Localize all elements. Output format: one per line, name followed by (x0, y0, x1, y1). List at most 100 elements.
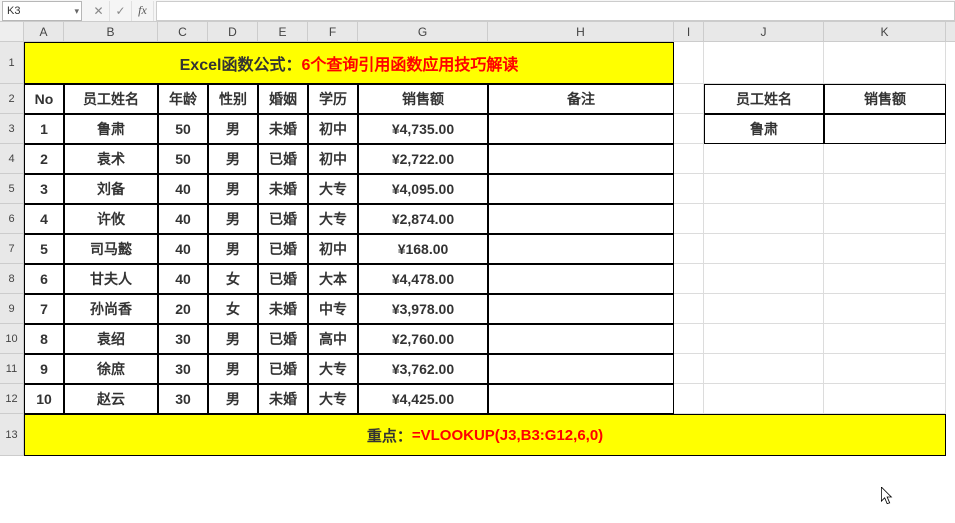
row-header-6[interactable]: 6 (0, 204, 24, 234)
cell-I2[interactable] (674, 84, 704, 114)
hdr-gender[interactable]: 性别 (208, 84, 258, 114)
cell-J9[interactable] (704, 294, 824, 324)
cell-marriage-10[interactable]: 已婚 (258, 324, 308, 354)
cell-edu-4[interactable]: 初中 (308, 144, 358, 174)
cell-edu-7[interactable]: 初中 (308, 234, 358, 264)
cell-name-3[interactable]: 鲁肃 (64, 114, 158, 144)
cell-K5[interactable] (824, 174, 946, 204)
cell-sales-11[interactable]: ¥3,762.00 (358, 354, 488, 384)
cell-I12[interactable] (674, 384, 704, 414)
cell-edu-9[interactable]: 中专 (308, 294, 358, 324)
cell-no-12[interactable]: 10 (24, 384, 64, 414)
col-header-I[interactable]: I (674, 22, 704, 41)
cell-sales-4[interactable]: ¥2,722.00 (358, 144, 488, 174)
row-header-13[interactable]: 13 (0, 414, 24, 456)
cell-sales-9[interactable]: ¥3,978.00 (358, 294, 488, 324)
confirm-icon[interactable]: ✓ (110, 1, 132, 21)
fx-icon[interactable]: fx (132, 1, 154, 21)
cell-gender-9[interactable]: 女 (208, 294, 258, 324)
row-header-5[interactable]: 5 (0, 174, 24, 204)
cell-gender-6[interactable]: 男 (208, 204, 258, 234)
cell-marriage-4[interactable]: 已婚 (258, 144, 308, 174)
cell-age-12[interactable]: 30 (158, 384, 208, 414)
hdr-note[interactable]: 备注 (488, 84, 674, 114)
cell-I1[interactable] (674, 42, 704, 84)
hdr-sales[interactable]: 销售额 (358, 84, 488, 114)
cell-note-5[interactable] (488, 174, 674, 204)
cell-marriage-5[interactable]: 未婚 (258, 174, 308, 204)
cell-name-12[interactable]: 赵云 (64, 384, 158, 414)
cell-note-3[interactable] (488, 114, 674, 144)
cell-J12[interactable] (704, 384, 824, 414)
col-header-H[interactable]: H (488, 22, 674, 41)
cell-note-4[interactable] (488, 144, 674, 174)
hdr-name[interactable]: 员工姓名 (64, 84, 158, 114)
cell-edu-5[interactable]: 大专 (308, 174, 358, 204)
cell-I10[interactable] (674, 324, 704, 354)
cell-K10[interactable] (824, 324, 946, 354)
hdr-lookup-name[interactable]: 员工姓名 (704, 84, 824, 114)
cell-sales-8[interactable]: ¥4,478.00 (358, 264, 488, 294)
cell-note-12[interactable] (488, 384, 674, 414)
cell-name-5[interactable]: 刘备 (64, 174, 158, 204)
cell-marriage-11[interactable]: 已婚 (258, 354, 308, 384)
cell-name-11[interactable]: 徐庶 (64, 354, 158, 384)
cell-note-7[interactable] (488, 234, 674, 264)
cell-edu-3[interactable]: 初中 (308, 114, 358, 144)
cell-gender-11[interactable]: 男 (208, 354, 258, 384)
col-header-J[interactable]: J (704, 22, 824, 41)
cell-gender-7[interactable]: 男 (208, 234, 258, 264)
col-header-E[interactable]: E (258, 22, 308, 41)
col-header-F[interactable]: F (308, 22, 358, 41)
cell-note-9[interactable] (488, 294, 674, 324)
cell-J11[interactable] (704, 354, 824, 384)
cell-name-8[interactable]: 甘夫人 (64, 264, 158, 294)
cell-age-5[interactable]: 40 (158, 174, 208, 204)
cell-no-5[interactable]: 3 (24, 174, 64, 204)
cell-no-9[interactable]: 7 (24, 294, 64, 324)
cell-I6[interactable] (674, 204, 704, 234)
cancel-icon[interactable]: ✕ (88, 1, 110, 21)
row-header-3[interactable]: 3 (0, 114, 24, 144)
cell-edu-10[interactable]: 高中 (308, 324, 358, 354)
cell-K6[interactable] (824, 204, 946, 234)
cell-gender-12[interactable]: 男 (208, 384, 258, 414)
row-header-12[interactable]: 12 (0, 384, 24, 414)
cell-no-6[interactable]: 4 (24, 204, 64, 234)
col-header-C[interactable]: C (158, 22, 208, 41)
cell-no-10[interactable]: 8 (24, 324, 64, 354)
cell-K8[interactable] (824, 264, 946, 294)
cell-edu-8[interactable]: 大本 (308, 264, 358, 294)
cell-I3[interactable] (674, 114, 704, 144)
cell-sales-10[interactable]: ¥2,760.00 (358, 324, 488, 354)
col-header-G[interactable]: G (358, 22, 488, 41)
hdr-edu[interactable]: 学历 (308, 84, 358, 114)
col-header-A[interactable]: A (24, 22, 64, 41)
title-cell[interactable]: Excel函数公式：6个查询引用函数应用技巧解读 (24, 42, 674, 84)
cell-I4[interactable] (674, 144, 704, 174)
cell-note-11[interactable] (488, 354, 674, 384)
select-all-corner[interactable] (0, 22, 24, 41)
footer-cell[interactable]: 重点：=VLOOKUP(J3,B3:G12,6,0) (24, 414, 946, 456)
cell-marriage-9[interactable]: 未婚 (258, 294, 308, 324)
cell-age-7[interactable]: 40 (158, 234, 208, 264)
cell-note-6[interactable] (488, 204, 674, 234)
cell-age-10[interactable]: 30 (158, 324, 208, 354)
cell-edu-11[interactable]: 大专 (308, 354, 358, 384)
cell-name-9[interactable]: 孙尚香 (64, 294, 158, 324)
formula-input[interactable] (156, 1, 955, 21)
name-box-dropdown-icon[interactable]: ▾ (74, 6, 79, 17)
cell-gender-8[interactable]: 女 (208, 264, 258, 294)
cell-I7[interactable] (674, 234, 704, 264)
cell-K7[interactable] (824, 234, 946, 264)
cell-J5[interactable] (704, 174, 824, 204)
cell-note-8[interactable] (488, 264, 674, 294)
cell-gender-10[interactable]: 男 (208, 324, 258, 354)
hdr-marriage[interactable]: 婚姻 (258, 84, 308, 114)
cell-gender-3[interactable]: 男 (208, 114, 258, 144)
name-box[interactable]: K3 ▾ (2, 1, 82, 21)
cell-K4[interactable] (824, 144, 946, 174)
cell-J4[interactable] (704, 144, 824, 174)
cell-no-4[interactable]: 2 (24, 144, 64, 174)
cell-sales-3[interactable]: ¥4,735.00 (358, 114, 488, 144)
